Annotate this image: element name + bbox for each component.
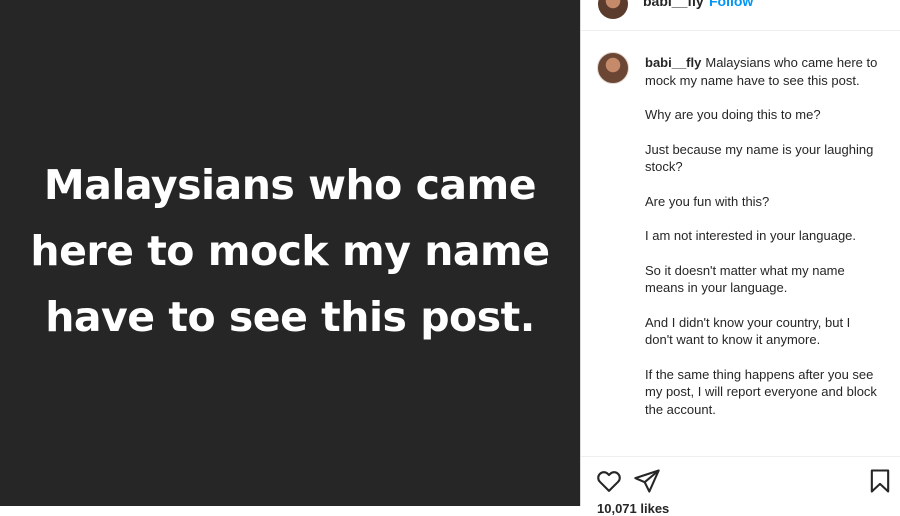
caption-paragraph: I am not interested in your language. xyxy=(645,228,857,243)
post-side-panel: babi__fly Follow babi__fly Malaysians who… xyxy=(580,0,900,516)
caption-username[interactable]: babi__fly xyxy=(645,55,701,70)
follow-button[interactable]: Follow xyxy=(709,0,753,9)
post-image-text: Malaysians who came here to mock my name… xyxy=(30,161,550,341)
caption-paragraph: Why are you doing this to me? xyxy=(645,107,821,122)
post-image[interactable]: Malaysians who came here to mock my name… xyxy=(0,0,580,506)
paper-plane-icon[interactable] xyxy=(633,467,661,495)
header-username[interactable]: babi__fly xyxy=(643,0,704,9)
caption-paragraph: And I didn't know your country, but I do… xyxy=(645,314,851,348)
likes-count[interactable]: 10,071 likes xyxy=(597,501,669,516)
actions-bar: 10,071 likes xyxy=(581,456,900,516)
caption-avatar[interactable] xyxy=(597,52,629,84)
caption-paragraph: Just because my name is your laughing st… xyxy=(645,141,874,175)
avatar[interactable] xyxy=(598,0,628,19)
caption-first-paragraph: babi__fly Malaysians who came here to moc… xyxy=(645,54,881,89)
caption: babi__fly Malaysians who came here to moc… xyxy=(645,54,881,435)
caption-paragraph: So it doesn't matter what my name means … xyxy=(645,262,845,296)
caption-paragraph: If the same thing happens after you see … xyxy=(645,366,877,417)
bookmark-icon[interactable] xyxy=(866,467,894,495)
heart-icon[interactable] xyxy=(595,467,623,495)
caption-paragraph: Are you fun with this? xyxy=(645,193,770,209)
post-header: babi__fly Follow xyxy=(581,0,900,31)
